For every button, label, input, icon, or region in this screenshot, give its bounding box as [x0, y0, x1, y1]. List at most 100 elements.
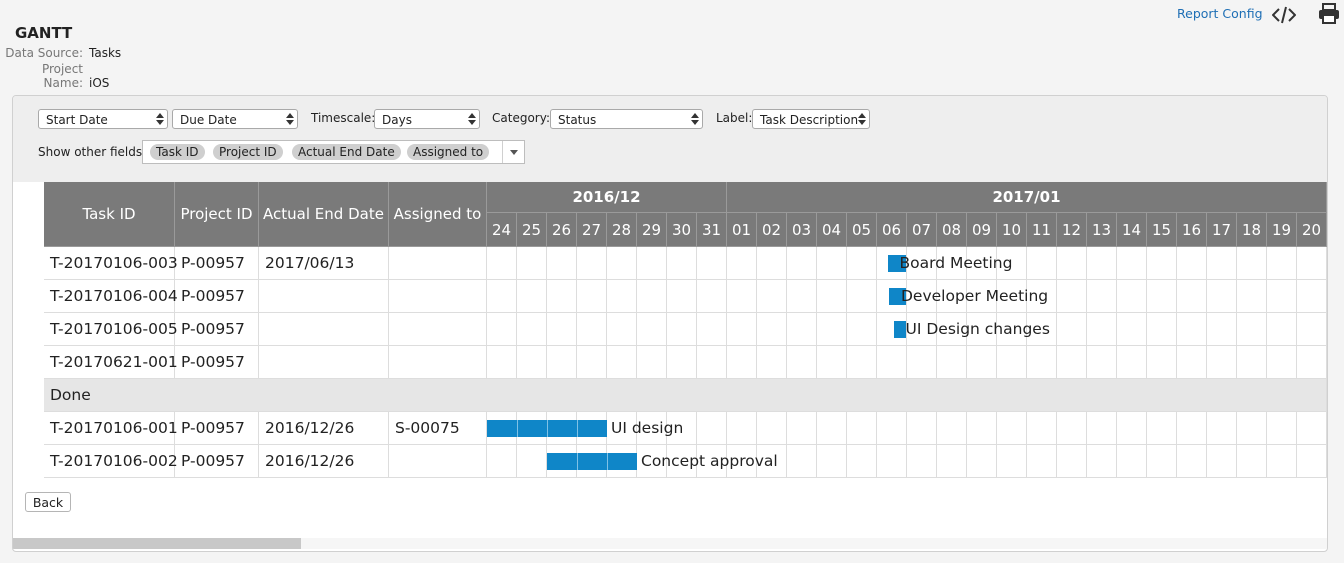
- timeline-cell: [547, 247, 577, 280]
- timeline-cell: [1117, 247, 1147, 280]
- cell-text-actual-end: 2017/06/13: [265, 254, 355, 272]
- timeline-cell: [847, 280, 877, 313]
- timeline-cell: [1177, 445, 1207, 478]
- timeline-cell: [1207, 247, 1237, 280]
- group-row[interactable]: [44, 379, 1327, 412]
- day-header: 31: [697, 213, 727, 247]
- timeline-cell: [697, 313, 727, 346]
- column-header[interactable]: Assigned to: [389, 182, 487, 247]
- day-header: 29: [637, 213, 667, 247]
- timeline-cell: [847, 445, 877, 478]
- field-chip-task-id[interactable]: Task ID: [150, 144, 205, 160]
- timeline-cell: [487, 346, 517, 379]
- gantt-bar-label: Board Meeting: [899, 254, 1013, 272]
- bar-day-divider: [577, 420, 578, 437]
- report-config-link[interactable]: Report Config: [1177, 6, 1263, 21]
- timescale-select[interactable]: Days: [374, 109, 480, 129]
- timeline-cell: [847, 412, 877, 445]
- day-header: 19: [1267, 213, 1297, 247]
- timeline-cell: [1117, 445, 1147, 478]
- cell-text-task-id: T-20170106-003: [50, 254, 178, 272]
- timeline-cell: [757, 346, 787, 379]
- timeline-cell: [1087, 346, 1117, 379]
- category-value: Status: [558, 113, 597, 127]
- timeline-cell: [727, 280, 757, 313]
- day-header: 13: [1087, 213, 1117, 247]
- timeline-cell: [817, 247, 847, 280]
- timeline-cell: [877, 445, 907, 478]
- timeline-cell: [1267, 280, 1297, 313]
- column-header[interactable]: Project ID: [175, 182, 259, 247]
- gantt-bar-label: Developer Meeting: [901, 287, 1049, 305]
- timeline-cell: [1237, 445, 1267, 478]
- timeline-cell: [757, 247, 787, 280]
- table-cell: [389, 280, 487, 313]
- start-date-select[interactable]: Start Date: [38, 109, 168, 129]
- day-header: 10: [997, 213, 1027, 247]
- column-header[interactable]: Actual End Date: [259, 182, 389, 247]
- label-select[interactable]: Task Description: [752, 109, 870, 129]
- timeline-cell: [517, 313, 547, 346]
- field-chip-actual-end-date[interactable]: Actual End Date: [292, 144, 401, 160]
- timeline-cell: [727, 346, 757, 379]
- printer-icon[interactable]: [1318, 3, 1340, 25]
- timeline-cell: [1267, 313, 1297, 346]
- day-header: 24: [487, 213, 517, 247]
- timeline-cell: [1207, 412, 1237, 445]
- timeline-cell: [1267, 445, 1297, 478]
- day-header: 06: [877, 213, 907, 247]
- project-name-row: Project Name: iOS: [0, 62, 109, 90]
- day-header: 16: [1177, 213, 1207, 247]
- scrollbar-thumb[interactable]: [13, 538, 301, 549]
- day-header: 09: [967, 213, 997, 247]
- back-button[interactable]: Back: [25, 492, 71, 512]
- timeline-cell: [1057, 445, 1087, 478]
- timeline-cell: [697, 247, 727, 280]
- cell-text-project-id: P-00957: [181, 320, 245, 338]
- bar-day-divider: [607, 453, 608, 470]
- field-chip-assigned-to[interactable]: Assigned to: [407, 144, 490, 160]
- timeline-cell: [667, 280, 697, 313]
- timeline-cell: [787, 247, 817, 280]
- select-arrow-icon: [858, 112, 866, 126]
- timeline-cell: [757, 313, 787, 346]
- field-chip-project-id[interactable]: Project ID: [213, 144, 283, 160]
- timeline-cell: [1117, 313, 1147, 346]
- timeline-cell: [1177, 313, 1207, 346]
- data-source-row: Data Source: Tasks: [0, 46, 121, 60]
- due-date-select[interactable]: Due Date: [172, 109, 298, 129]
- table-cell: [259, 280, 389, 313]
- timeline-cell: [637, 346, 667, 379]
- category-select[interactable]: Status: [550, 109, 703, 129]
- column-header[interactable]: Task ID: [44, 182, 175, 247]
- day-header: 26: [547, 213, 577, 247]
- select-arrow-icon: [156, 112, 164, 126]
- timeline-cell: [1087, 445, 1117, 478]
- timeline-cell: [1207, 313, 1237, 346]
- horizontal-scrollbar[interactable]: [13, 538, 1327, 549]
- timeline-cell: [907, 346, 937, 379]
- table-cell: [389, 313, 487, 346]
- timeline-cell: [787, 313, 817, 346]
- other-fields-multiselect[interactable]: Task ID Project ID Actual End Date Assig…: [142, 140, 525, 164]
- timeline-cell: [997, 412, 1027, 445]
- day-header: 15: [1147, 213, 1177, 247]
- timeline-cell: [547, 346, 577, 379]
- timescale-label: Timescale:: [311, 111, 376, 125]
- chevron-down-icon[interactable]: [502, 141, 525, 163]
- timeline-cell: [1297, 313, 1327, 346]
- day-header: 28: [607, 213, 637, 247]
- timeline-cell: [1057, 247, 1087, 280]
- timeline-cell: [1237, 280, 1267, 313]
- day-header: 01: [727, 213, 757, 247]
- timeline-cell: [1117, 412, 1147, 445]
- timeline-cell: [517, 247, 547, 280]
- gantt-bar[interactable]: [893, 321, 906, 338]
- timeline-cell: [1027, 412, 1057, 445]
- gantt-bar[interactable]: [547, 453, 637, 470]
- timeline-cell: [847, 247, 877, 280]
- timeline-cell: [817, 313, 847, 346]
- cell-text-project-id: P-00957: [181, 353, 245, 371]
- code-icon[interactable]: [1271, 4, 1297, 26]
- data-source-label: Data Source:: [5, 46, 83, 60]
